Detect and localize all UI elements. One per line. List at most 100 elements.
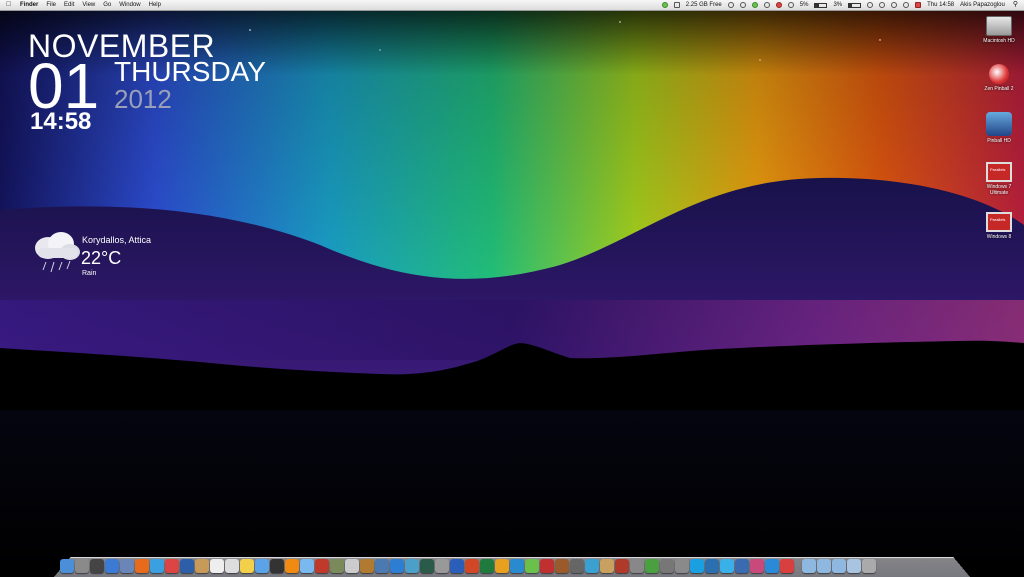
desktop-icon-label: Windows 7 Ultimate [986,184,1012,196]
desktop-icon-windows-8[interactable]: Windows 8 [978,212,1020,258]
dock-iphoto-icon[interactable] [330,559,344,573]
dock-messenger-icon[interactable] [525,559,539,573]
pinball-hd-icon [986,112,1012,136]
volume-icon[interactable] [903,2,910,8]
dock-ie-icon[interactable] [765,559,779,573]
dock-network-icon[interactable] [405,559,419,573]
weather-condition: Rain [82,270,97,277]
cpu-meter-1-label[interactable]: 5% [800,0,809,10]
dock-chrome-icon[interactable] [165,559,179,573]
dock-photo-icon[interactable] [315,559,329,573]
desktop-icon-label: Macintosh HD [983,38,1015,44]
desktop-icon-windows-7[interactable]: Windows 7 Ultimate [978,162,1020,208]
desktop-icon-pinball-hd[interactable]: Pinball HD [978,112,1020,158]
dock-guitar-icon[interactable] [360,559,374,573]
dock-trash-icon[interactable] [862,559,876,573]
dock-uninstall-icon[interactable] [630,559,644,573]
disk-free-label[interactable]: 2.25 GB Free [686,0,722,10]
cpu-meter-2-icon[interactable] [848,2,862,8]
dock-launchpad-icon[interactable] [75,559,89,573]
menu-go[interactable]: Go [103,0,111,10]
dock-coffee-icon[interactable] [555,559,569,573]
dock-excel-icon[interactable] [480,559,494,573]
menubar-user[interactable]: Akis Papazoglou [960,0,1005,10]
dock-applications-folder-icon[interactable] [802,559,816,573]
apple-menu-icon[interactable]:  [6,0,14,10]
menu-window[interactable]: Window [119,0,140,10]
menu-view[interactable]: View [82,0,95,10]
wifi-icon[interactable] [891,2,898,8]
desktop-icon-label: Zen Pinball 2 [984,86,1014,92]
status-app-icon-2[interactable] [739,2,746,8]
dock-textedit-icon[interactable] [225,559,239,573]
dock-stickies-icon[interactable] [240,559,254,573]
desktop-icon-zen-pinball-2[interactable]: Zen Pinball 2 [978,64,1020,110]
dock-archive-icon[interactable] [600,559,614,573]
dock-skype-icon[interactable] [690,559,704,573]
dock-script-icon[interactable] [585,559,599,573]
status-app-icon-6[interactable] [787,2,794,8]
dock-downloads-folder-icon[interactable] [832,559,846,573]
desktop-icon-macintosh-hd[interactable]: Macintosh HD [978,16,1020,62]
dock-utorrent-icon[interactable] [645,559,659,573]
status-app-icon-4[interactable] [763,2,770,8]
dock-word-icon[interactable] [450,559,464,573]
spotlight-search-icon[interactable]: ⚲ [1013,0,1018,10]
input-flag-icon[interactable] [915,2,922,8]
status-sync-icon[interactable] [661,2,668,8]
dock-outlook-icon[interactable] [495,559,509,573]
status-app-icon-1[interactable] [727,2,734,8]
weather-widget: Korydallos, Attica 22°C Rain [28,228,188,288]
dock-twitter-icon[interactable] [720,559,734,573]
dock-preview-icon[interactable] [120,559,134,573]
cpu-meter-1-icon[interactable] [814,2,828,8]
dock-photo-booth-icon-2[interactable] [750,559,764,573]
hard-drive-icon [986,16,1012,36]
dock-finder-icon[interactable] [60,559,74,573]
dock-screen-sharing-icon[interactable] [735,559,749,573]
bluetooth-icon[interactable] [879,2,886,8]
dock-mission-control-icon[interactable] [90,559,104,573]
dock-vlc-icon[interactable] [285,559,299,573]
dock-time-machine-icon[interactable] [420,559,434,573]
parallels-vm-icon [986,162,1012,182]
dock-keyboard-icon[interactable] [660,559,674,573]
dock-utility-icon[interactable] [390,559,404,573]
menu-finder[interactable]: Finder [20,0,38,10]
dock-stack-folder-icon[interactable] [847,559,861,573]
dock-xcode-icon[interactable] [375,559,389,573]
menu-edit[interactable]: Edit [64,0,74,10]
dock-firefox-icon[interactable] [135,559,149,573]
cpu-meter-2-label[interactable]: 3% [833,0,842,10]
dock-parallels-icon[interactable] [780,559,794,573]
status-disk-icon[interactable] [673,2,680,8]
dock-quicktime-icon[interactable] [180,559,194,573]
clock-time: 14:58 [30,108,92,135]
status-app-icon-3[interactable] [751,2,758,8]
dock-garageband-icon[interactable] [345,559,359,573]
dock-documents-folder-icon[interactable] [817,559,831,573]
dock-powerpoint-icon[interactable] [465,559,479,573]
weather-temperature: 22°C [81,248,122,268]
dock-transmission-icon[interactable] [540,559,554,573]
dock-messages-icon[interactable] [300,559,314,573]
weather-location: Korydallos, Attica [82,235,152,245]
dock-safari-icon[interactable] [150,559,164,573]
dock-contacts-icon[interactable] [195,559,209,573]
dock-google-earth-icon[interactable] [705,559,719,573]
dock-itunes-icon[interactable] [255,559,269,573]
dock-disk-utility-icon[interactable] [435,559,449,573]
dock-lync-icon[interactable] [510,559,524,573]
dock-automator-icon[interactable] [570,559,584,573]
time-machine-icon[interactable] [867,2,874,8]
status-area: 2.25 GB Free 5% 3% Thu 14:58 Akis Papazo… [656,0,1024,10]
dock-app-store-icon[interactable] [105,559,119,573]
menubar-clock[interactable]: Thu 14:58 [927,0,954,10]
dock-toolbox-icon[interactable] [615,559,629,573]
menu-file[interactable]: File [46,0,56,10]
dock-calendar-icon[interactable] [210,559,224,573]
status-app-icon-5[interactable] [775,2,782,8]
menu-help[interactable]: Help [149,0,161,10]
dock-photo-booth-icon[interactable] [270,559,284,573]
dock-system-prefs-icon[interactable] [675,559,689,573]
